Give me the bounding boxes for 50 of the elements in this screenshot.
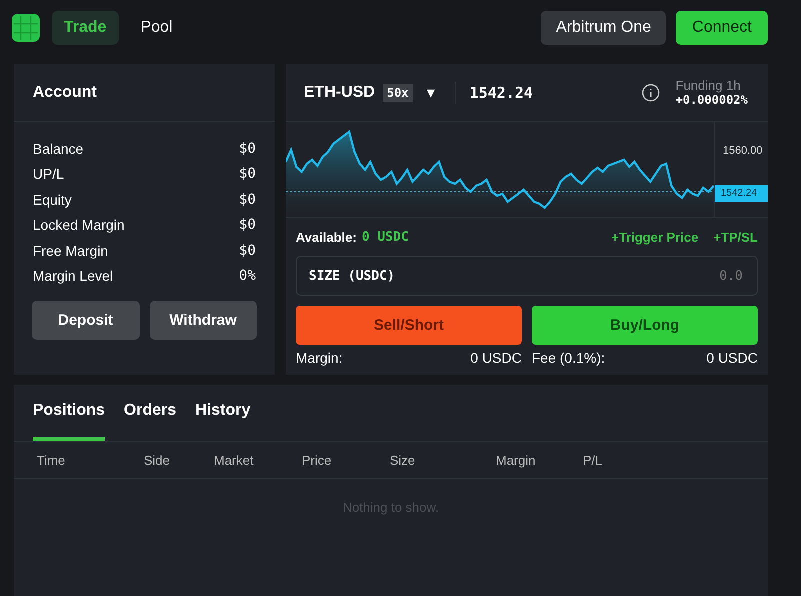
- network-button[interactable]: Arbitrum One: [541, 10, 666, 44]
- row-value: $0: [239, 192, 256, 208]
- connect-button[interactable]: Connect: [676, 10, 768, 44]
- nav-tab[interactable]: Trade: [52, 10, 119, 44]
- funding-value: +0.000002%: [676, 93, 748, 107]
- available-label: Available:: [296, 230, 357, 244]
- column-header: Side: [144, 452, 172, 468]
- order-link[interactable]: +Trigger Price: [611, 230, 699, 244]
- positions-tab[interactable]: Positions: [33, 385, 106, 441]
- info-icon[interactable]: [642, 84, 660, 102]
- row-label: Free Margin: [33, 242, 108, 259]
- axis-label: 1560.00: [723, 145, 763, 157]
- account-button[interactable]: Deposit: [32, 301, 140, 340]
- row-label: UP/L: [33, 166, 64, 182]
- field-label: SIZE (USDC): [309, 268, 396, 284]
- buy-button[interactable]: Buy/Long: [532, 306, 758, 345]
- price-tag: 1542.24: [715, 185, 768, 202]
- row-label: Balance: [33, 140, 84, 157]
- funding-label: Funding 1h: [676, 78, 742, 93]
- nav-tab[interactable]: Pool: [128, 10, 185, 44]
- row-value: $0: [239, 242, 256, 259]
- row-value: 0%: [239, 268, 256, 284]
- column-header: Margin: [496, 452, 537, 468]
- panel-title: Account: [33, 84, 97, 102]
- size-field[interactable]: SIZE (USDC) 0.0: [296, 256, 758, 296]
- positions-tab[interactable]: History: [195, 385, 251, 441]
- column-header: Market: [214, 452, 255, 468]
- margin-label: Margin:: [296, 350, 343, 366]
- fee-label: Fee (0.1%):: [532, 350, 606, 366]
- market-price: 1542.24: [470, 84, 534, 102]
- row-value: $0: [239, 166, 256, 182]
- row-value: $0: [239, 140, 256, 157]
- column-header: Size: [390, 452, 416, 468]
- order-link[interactable]: +TP/SL: [714, 230, 758, 244]
- row-label: Locked Margin: [33, 217, 125, 234]
- row-label: Equity: [33, 192, 72, 208]
- leverage-badge: 50x: [383, 84, 413, 102]
- row-label: Margin Level: [33, 268, 114, 284]
- pair-name: ETH-USD: [304, 84, 376, 102]
- column-header: P/L: [583, 452, 603, 468]
- size-input[interactable]: 0.0: [395, 268, 745, 284]
- column-header: Price: [302, 452, 333, 468]
- available-value: 0 USDC: [362, 230, 409, 244]
- column-header: Time: [37, 452, 66, 468]
- positions-tab[interactable]: Orders: [124, 385, 176, 441]
- margin-value: 0 USDC: [470, 350, 522, 366]
- logo-icon: [12, 14, 40, 42]
- row-value: $0: [239, 217, 256, 234]
- account-button[interactable]: Withdraw: [150, 301, 257, 340]
- fee-value: 0 USDC: [706, 350, 758, 366]
